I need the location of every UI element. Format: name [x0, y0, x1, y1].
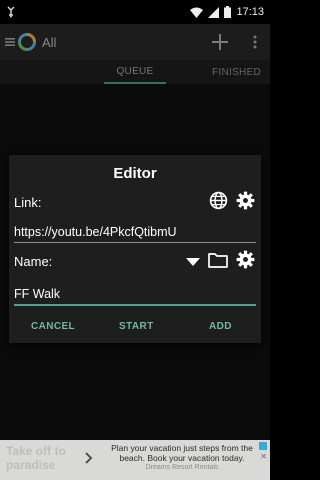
menu-icon[interactable] [4, 28, 16, 56]
clock-time: 17:13 [236, 6, 264, 18]
dropdown-arrow-icon[interactable] [186, 253, 200, 271]
link-label: Link: [14, 195, 42, 210]
tab-bar: QUEUE FINISHED [0, 60, 270, 84]
ad-close-icon[interactable]: ✕ [260, 452, 267, 461]
cancel-button[interactable]: CANCEL [31, 321, 75, 332]
folder-icon[interactable] [208, 252, 228, 273]
ad-banner[interactable]: Take off to paradise Plan your vacation … [0, 440, 270, 480]
link-settings-gear-icon[interactable] [236, 191, 255, 215]
tab-queue[interactable]: QUEUE [104, 60, 166, 84]
signal-icon [208, 6, 220, 18]
wifi-icon [190, 7, 204, 18]
ad-copy: Plan your vacation just steps from the b… [106, 443, 258, 473]
app-title: All [42, 34, 57, 50]
ad-line-2: beach. Book your vacation today. [119, 453, 245, 463]
link-field[interactable]: https://youtu.be/4PkcfQtibmU [14, 225, 256, 243]
status-bar: 17:13 [0, 0, 270, 24]
editor-dialog: Editor Link: https://youtu.be/4PkcfQtibm… [9, 155, 261, 343]
app-logo-icon [16, 28, 38, 56]
add-icon[interactable] [206, 28, 234, 56]
ad-line-1: Plan your vacation just steps from the [111, 443, 253, 453]
overflow-menu-icon[interactable] [244, 28, 266, 56]
ad-ghost-headline: Take off to paradise [6, 444, 66, 472]
battery-icon [224, 6, 232, 18]
notification-icon [6, 6, 16, 18]
ad-info-icon[interactable] [259, 442, 267, 450]
globe-icon[interactable] [209, 191, 228, 215]
dialog-actions: CANCEL START ADD [9, 321, 261, 335]
dialog-title: Editor [113, 165, 157, 182]
ad-brand: Dreams Resort Rentals [145, 464, 219, 471]
start-button[interactable]: START [119, 321, 154, 332]
link-actions [209, 191, 255, 215]
ad-arrow-button[interactable] [74, 449, 104, 471]
name-field[interactable]: FF Walk [14, 287, 256, 306]
name-settings-gear-icon[interactable] [236, 250, 255, 274]
name-actions [186, 250, 255, 274]
name-label: Name: [14, 254, 53, 269]
add-button[interactable]: ADD [209, 321, 232, 332]
app-bar: All [0, 24, 270, 60]
chevron-right-icon [85, 451, 93, 469]
tab-finished[interactable]: FINISHED [212, 60, 282, 84]
